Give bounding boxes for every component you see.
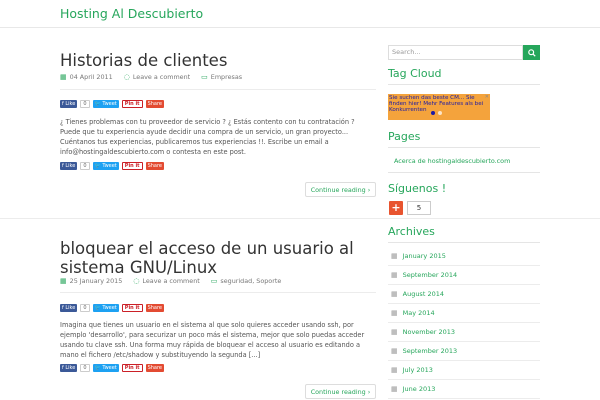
tweet-button[interactable]: 🐦 Tweet bbox=[92, 100, 119, 108]
calendar-icon: ▦ bbox=[60, 277, 67, 285]
facebook-like-button[interactable]: f Like bbox=[60, 304, 78, 312]
continue-reading-button[interactable]: Continue reading › bbox=[305, 182, 376, 197]
divider bbox=[388, 172, 540, 173]
folder-icon: ▭ bbox=[201, 73, 208, 81]
share-bar: f Like 0 🐦 Tweet Pin it Share bbox=[60, 364, 165, 372]
follow-title: Síguenos ! bbox=[388, 182, 447, 195]
share-bar: f Like 0 🐦 Tweet Pin it Share bbox=[60, 162, 165, 170]
follow-plus-button[interactable]: + bbox=[389, 201, 403, 215]
post-comments-link[interactable]: Leave a comment bbox=[133, 73, 190, 81]
like-count: 0 bbox=[80, 304, 90, 312]
pin-it-button[interactable]: Pin it bbox=[121, 364, 143, 372]
calendar-icon: ▦ bbox=[391, 309, 398, 317]
archive-item[interactable]: ▦ November 2013 bbox=[388, 323, 540, 342]
tweet-button[interactable]: 🐦 Tweet bbox=[92, 162, 119, 170]
calendar-icon: ▦ bbox=[391, 290, 398, 298]
calendar-icon: ▦ bbox=[391, 252, 398, 260]
continue-reading-button[interactable]: Continue reading › bbox=[305, 384, 376, 399]
divider bbox=[388, 242, 540, 243]
carousel-dots bbox=[431, 111, 442, 115]
archive-item[interactable]: ▦ January 2015 bbox=[388, 247, 540, 266]
calendar-icon: ▦ bbox=[391, 385, 398, 393]
post-comments-link[interactable]: Leave a comment bbox=[142, 277, 199, 285]
divider bbox=[60, 292, 376, 293]
like-count: 0 bbox=[80, 364, 90, 372]
calendar-icon: ▦ bbox=[391, 347, 398, 355]
divider bbox=[388, 84, 540, 85]
pin-it-button[interactable]: Pin it bbox=[121, 304, 143, 312]
calendar-icon: ▦ bbox=[391, 271, 398, 279]
follow-count: 5 bbox=[407, 201, 431, 215]
facebook-like-button[interactable]: f Like bbox=[60, 364, 78, 372]
ad-banner[interactable]: Sie suchen das beste CM... Sie finden hi… bbox=[388, 94, 490, 120]
post-title[interactable]: bloquear el acceso de un usuario al sist… bbox=[60, 239, 376, 277]
share-button[interactable]: Share bbox=[145, 100, 165, 108]
like-count: 0 bbox=[80, 162, 90, 170]
chevron-right-icon: › bbox=[367, 185, 371, 194]
post-meta: ▦ 25 January 2015 ◌ Leave a comment ▭ se… bbox=[60, 277, 376, 285]
search-button[interactable] bbox=[523, 45, 540, 60]
post-separator bbox=[0, 218, 600, 219]
post-category[interactable]: seguridad, Soporte bbox=[220, 277, 281, 285]
close-icon[interactable]: ✕ bbox=[485, 94, 489, 100]
tweet-button[interactable]: 🐦 Tweet bbox=[92, 304, 119, 312]
archive-item[interactable]: ▦ August 2014 bbox=[388, 285, 540, 304]
pages-title: Pages bbox=[388, 130, 421, 143]
carousel-dot[interactable] bbox=[431, 111, 435, 115]
pin-it-button[interactable]: Pin it bbox=[121, 100, 143, 108]
calendar-icon: ▦ bbox=[391, 328, 398, 336]
post-excerpt: Imagina que tienes un usuario en el sist… bbox=[60, 321, 365, 359]
tag-cloud-title: Tag Cloud bbox=[388, 67, 442, 80]
site-header: Hosting Al Descubierto bbox=[0, 0, 600, 28]
carousel-dot[interactable] bbox=[438, 111, 442, 115]
chevron-right-icon: › bbox=[367, 387, 371, 396]
share-button[interactable]: Share bbox=[145, 304, 165, 312]
archive-item[interactable]: ▦ May 2014 bbox=[388, 304, 540, 323]
share-bar: f Like 0 🐦 Tweet Pin it Share bbox=[60, 304, 165, 312]
comment-icon: ◌ bbox=[133, 277, 140, 285]
archive-item[interactable]: ▦ September 2013 bbox=[388, 342, 540, 361]
divider bbox=[60, 89, 376, 90]
post-meta: ▦ 04 April 2011 ◌ Leave a comment ▭ Empr… bbox=[60, 73, 376, 81]
tweet-button[interactable]: 🐦 Tweet bbox=[92, 364, 119, 372]
page-link[interactable]: Acerca de hostingaldescubierto.com bbox=[394, 157, 510, 165]
comment-icon: ◌ bbox=[123, 73, 130, 81]
archive-item[interactable]: ▦ September 2014 bbox=[388, 266, 540, 285]
share-button[interactable]: Share bbox=[145, 162, 165, 170]
calendar-icon: ▦ bbox=[391, 366, 398, 374]
post-category[interactable]: Empresas bbox=[211, 73, 242, 81]
search-input[interactable]: Search... bbox=[388, 45, 523, 60]
divider bbox=[388, 147, 540, 148]
archives-title: Archives bbox=[388, 225, 435, 238]
like-count: 0 bbox=[80, 100, 90, 108]
calendar-icon: ▦ bbox=[60, 73, 67, 81]
site-title[interactable]: Hosting Al Descubierto bbox=[60, 6, 203, 21]
pin-it-button[interactable]: Pin it bbox=[121, 162, 143, 170]
archive-item[interactable]: ▦ June 2013 bbox=[388, 380, 540, 399]
post-date[interactable]: 25 January 2015 bbox=[70, 277, 123, 285]
post-excerpt: ¿ Tienes problemas con tu proveedor de s… bbox=[60, 118, 355, 156]
facebook-like-button[interactable]: f Like bbox=[60, 100, 78, 108]
share-button[interactable]: Share bbox=[145, 364, 165, 372]
share-bar: f Like 0 🐦 Tweet Pin it Share bbox=[60, 100, 165, 108]
facebook-like-button[interactable]: f Like bbox=[60, 162, 78, 170]
post-date[interactable]: 04 April 2011 bbox=[70, 73, 113, 81]
archive-item[interactable]: ▦ July 2013 bbox=[388, 361, 540, 380]
post-title[interactable]: Historias de clientes bbox=[60, 51, 376, 70]
folder-icon: ▭ bbox=[210, 277, 218, 285]
search-icon bbox=[527, 48, 536, 57]
